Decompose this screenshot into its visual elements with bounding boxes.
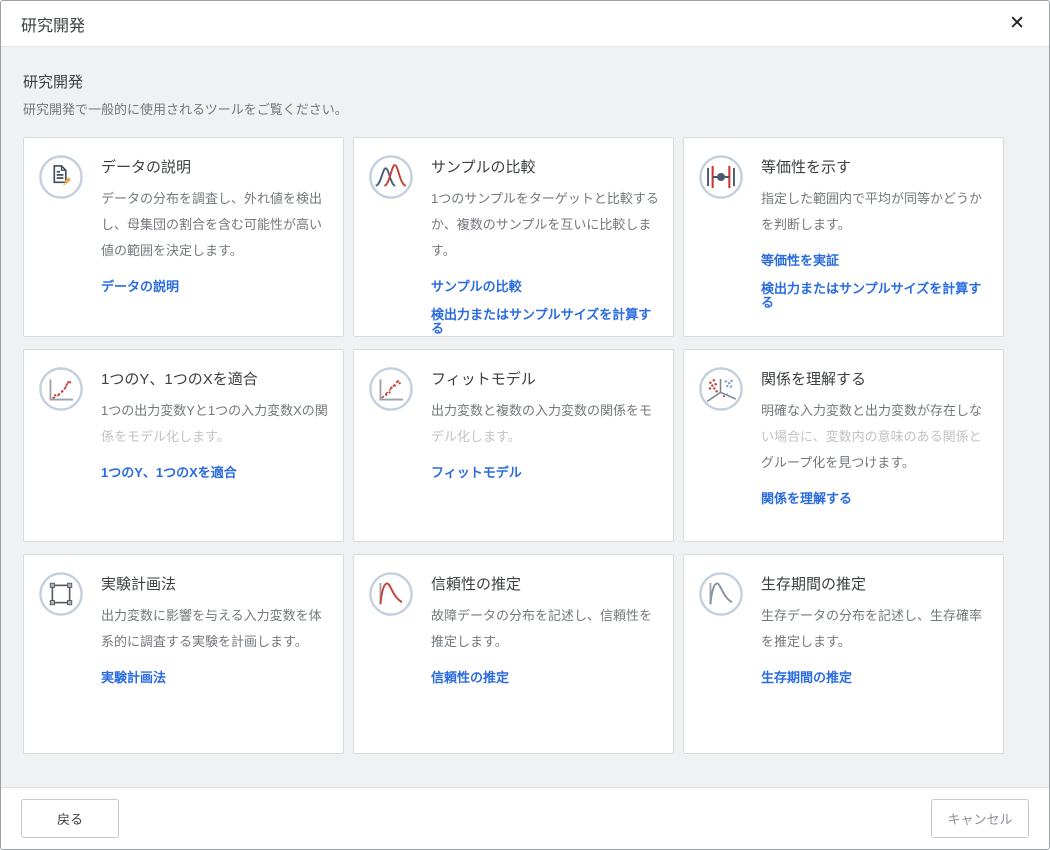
equivalence-interval-icon [698,154,744,200]
scatter-3d-icon [698,366,744,412]
document-pencil-icon [38,154,84,200]
card-discover-relationships: 関係を理解する 明確な入力変数と出力変数が存在しな い場合に、変数内の意味のある… [683,349,1004,542]
dialog-titlebar: 研究開発 ✕ [1,1,1049,46]
card-description-line: 値の範囲を決定します。 [101,238,329,264]
card-fit-model: フィットモデル 出力変数と複数の入力変数の関係をモ デル化します。 フィットモデ… [353,349,674,542]
card-description-line: デル化します。 [431,424,659,450]
card-description-line: か、複数のサンプルを互いに比較しま [431,212,659,238]
card-link-discover-relationships[interactable]: 関係を理解する [761,492,989,506]
card-estimate-survival: 生存期間の推定 生存データの分布を記述し、生存確率 を推定します。 生存期間の推… [683,554,1004,754]
card-description: 出力変数に影響を与える入力変数を体 系的に調査する実験を計画します。 [101,603,329,655]
card-description-line: 系的に調査する実験を計画します。 [101,629,329,655]
card-link-design-of-experiments[interactable]: 実験計画法 [101,671,329,685]
survival-curve-icon [698,571,744,617]
card-title: 実験計画法 [101,573,329,594]
section-subheading: 研究開発で一般的に使用されるツールをご覧ください。 [23,99,1027,118]
card-link-estimate-reliability[interactable]: 信頼性の推定 [431,671,659,685]
distribution-curves-icon [368,154,414,200]
card-title: 信頼性の推定 [431,573,659,594]
card-compare-samples: サンプルの比較 1つのサンプルをターゲットと比較する か、複数のサンプルを互いに… [353,137,674,337]
card-description: 生存データの分布を記述し、生存確率 を推定します。 [761,603,989,655]
dialog-title: 研究開発 [21,12,85,36]
card-description-line: グループ化を見つけます。 [761,450,989,476]
card-title: フィットモデル [431,368,659,389]
card-link-demonstrate-equivalence[interactable]: 等価性を実証 [761,254,989,268]
fit-curve-icon [38,366,84,412]
card-description: 1つの出力変数Yと1つの入力変数Xの関 係をモデル化します。 [101,398,329,450]
card-title: 関係を理解する [761,368,989,389]
doe-square-icon [38,571,84,617]
tool-card-grid: データの説明 データの分布を調査し、外れ値を検出 し、母集団の割合を含む可能性が… [23,137,1027,754]
card-description: 明確な入力変数と出力変数が存在しな い場合に、変数内の意味のある関係と グループ… [761,398,989,476]
card-description-line: い場合に、変数内の意味のある関係と [761,424,989,450]
card-description: 出力変数と複数の入力変数の関係をモ デル化します。 [431,398,659,450]
card-description: データの分布を調査し、外れ値を検出 し、母集団の割合を含む可能性が高い 値の範囲… [101,186,329,264]
card-title: 1つのY、1つのXを適合 [101,368,329,389]
card-description-line: し、母集団の割合を含む可能性が高い [101,212,329,238]
section-heading: 研究開発 [23,71,1027,92]
card-description: 1つのサンプルをターゲットと比較する か、複数のサンプルを互いに比較しま す。 [431,186,659,264]
card-description-line: 出力変数と複数の入力変数の関係をモ [431,398,659,424]
card-describe-data: データの説明 データの分布を調査し、外れ値を検出 し、母集団の割合を含む可能性が… [23,137,344,337]
card-title: 生存期間の推定 [761,573,989,594]
card-description: 指定した範囲内で平均が同等かどうか を判断します。 [761,186,989,238]
card-link-fit-model[interactable]: フィットモデル [431,466,659,480]
card-description-line: 1つのサンプルをターゲットと比較する [431,186,659,212]
card-description-line: す。 [431,238,659,264]
close-icon[interactable]: ✕ [1003,10,1031,37]
card-title: 等価性を示す [761,156,989,177]
dialog-content: 研究開発 研究開発で一般的に使用されるツールをご覧ください。 [1,46,1049,787]
card-description-line: 明確な入力変数と出力変数が存在しな [761,398,989,424]
card-description-line: 推定します。 [431,629,659,655]
research-development-dialog: 研究開発 ✕ 研究開発 研究開発で一般的に使用されるツールをご覧ください。 [0,0,1050,850]
dialog-footer: 戻る キャンセル [1,787,1049,849]
card-title: サンプルの比較 [431,156,659,177]
reliability-curve-icon [368,571,414,617]
card-link-power-sample-size[interactable]: 検出力またはサンプルサイズを計算する [431,308,659,336]
card-design-of-experiments: 実験計画法 出力変数に影響を与える入力変数を体 系的に調査する実験を計画します。… [23,554,344,754]
cancel-button[interactable]: キャンセル [931,799,1029,838]
back-button[interactable]: 戻る [21,799,119,838]
card-description: 故障データの分布を記述し、信頼性を 推定します。 [431,603,659,655]
card-link-fit-one-y-one-x[interactable]: 1つのY、1つのXを適合 [101,466,329,480]
card-description-line: 1つの出力変数Yと1つの入力変数Xの関 [101,398,329,424]
card-estimate-reliability: 信頼性の推定 故障データの分布を記述し、信頼性を 推定します。 信頼性の推定 [353,554,674,754]
card-link-power-sample-size[interactable]: 検出力またはサンプルサイズを計算する [761,282,989,310]
card-description-line: を判断します。 [761,212,989,238]
card-link-compare-samples[interactable]: サンプルの比較 [431,280,659,294]
card-description-line: データの分布を調査し、外れ値を検出 [101,186,329,212]
card-description-line: 指定した範囲内で平均が同等かどうか [761,186,989,212]
card-link-describe-data[interactable]: データの説明 [101,280,329,294]
card-demonstrate-equivalence: 等価性を示す 指定した範囲内で平均が同等かどうか を判断します。 等価性を実証 … [683,137,1004,337]
card-fit-one-y-one-x: 1つのY、1つのXを適合 1つの出力変数Yと1つの入力変数Xの関 係をモデル化し… [23,349,344,542]
card-description-line: 生存データの分布を記述し、生存確率 [761,603,989,629]
fit-line-icon [368,366,414,412]
card-title: データの説明 [101,156,329,177]
card-link-estimate-survival[interactable]: 生存期間の推定 [761,671,989,685]
card-description-line: 出力変数に影響を与える入力変数を体 [101,603,329,629]
card-description-line: 係をモデル化します。 [101,424,329,450]
card-description-line: 故障データの分布を記述し、信頼性を [431,603,659,629]
card-description-line: を推定します。 [761,629,989,655]
